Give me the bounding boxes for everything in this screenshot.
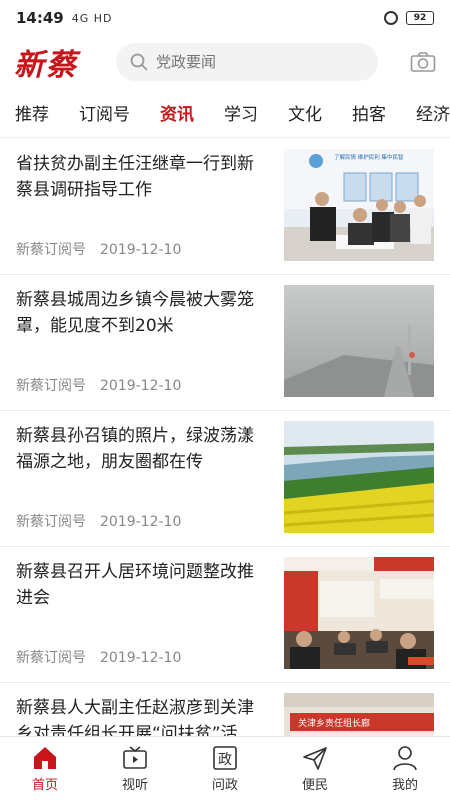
- nav-politics[interactable]: 政 问政: [180, 737, 270, 800]
- news-source: 新蔡订阅号: [16, 378, 86, 394]
- tab-photographer[interactable]: 拍客: [337, 100, 401, 125]
- tv-icon: [123, 746, 147, 769]
- home-icon: [34, 747, 56, 769]
- news-meta: 新蔡订阅号 2019-12-10: [16, 375, 181, 395]
- tab-news[interactable]: 资讯: [145, 100, 209, 125]
- banner-text: 了解民情 维护民利 集中民智: [334, 153, 404, 161]
- tab-economy[interactable]: 经济: [401, 100, 450, 125]
- news-thumbnail-corridor: 关津乡责任组长廊: [284, 693, 434, 736]
- tab-subscriptions[interactable]: 订阅号: [64, 100, 145, 125]
- category-tabs: 推荐 订阅号 资讯 学习 文化 拍客 经济: [0, 88, 450, 138]
- news-title: 新蔡县城周边乡镇今晨被大雾笼罩，能见度不到20米: [16, 290, 254, 336]
- person-icon: [393, 746, 417, 771]
- politics-icon: 政: [213, 746, 237, 770]
- news-title: 新蔡县孙召镇的照片，绿波荡漾福源之地，朋友圈都在传: [16, 426, 254, 472]
- news-source: 新蔡订阅号: [16, 650, 86, 666]
- search-bar[interactable]: [116, 43, 378, 81]
- banner-text: 关津乡责任组长廊: [298, 717, 370, 729]
- nav-home[interactable]: 首页: [0, 737, 90, 800]
- bottom-nav: 首页 视听 政 问政 便民 我的: [0, 736, 450, 800]
- news-meta: 新蔡订阅号 2019-12-10: [16, 511, 181, 531]
- nav-label: 视听: [121, 778, 148, 793]
- news-item[interactable]: 新蔡县人大副主任赵淑彦到关津乡对责任组长开展“问扶贫”活 关津乡责任组长廊: [0, 683, 450, 736]
- search-icon: [130, 53, 148, 71]
- nav-label: 首页: [31, 778, 58, 793]
- news-title: 新蔡县召开人居环境问题整改推进会: [16, 562, 254, 608]
- news-date: 2019-12-10: [100, 514, 182, 530]
- send-icon: [303, 747, 327, 770]
- nav-mine[interactable]: 我的: [360, 737, 450, 800]
- nav-label: 我的: [391, 778, 418, 793]
- news-date: 2019-12-10: [100, 650, 182, 666]
- nav-service[interactable]: 便民: [270, 737, 360, 800]
- camera-icon[interactable]: [410, 51, 436, 73]
- news-source: 新蔡订阅号: [16, 514, 86, 530]
- news-title: 新蔡县人大副主任赵淑彦到关津乡对责任组长开展“问扶贫”活: [16, 698, 254, 736]
- signal-indicator: 4G HD: [71, 11, 113, 25]
- news-title: 省扶贫办副主任汪继章一行到新蔡县调研指导工作: [16, 154, 254, 200]
- news-meta: 新蔡订阅号 2019-12-10: [16, 239, 181, 259]
- search-input[interactable]: [156, 53, 336, 71]
- news-source: 新蔡订阅号: [16, 242, 86, 258]
- news-item[interactable]: 新蔡县城周边乡镇今晨被大雾笼罩，能见度不到20米 新蔡订阅号 2019-12-10: [0, 275, 450, 411]
- news-item[interactable]: 新蔡县孙召镇的照片，绿波荡漾福源之地，朋友圈都在传 新蔡订阅号 2019-12-1…: [0, 411, 450, 547]
- status-bar: 14:49 4G HD 92: [0, 0, 450, 36]
- tab-recommend[interactable]: 推荐: [0, 100, 64, 125]
- status-right: 92: [384, 11, 434, 25]
- news-thumbnail-river: [284, 421, 434, 533]
- nav-label: 问政: [211, 778, 238, 793]
- news-thumbnail-meeting: 了解民情 维护民利 集中民智: [284, 149, 434, 261]
- app-header: 新蔡: [0, 36, 450, 88]
- news-date: 2019-12-10: [100, 242, 182, 258]
- nav-label: 便民: [301, 778, 328, 793]
- lock-icon: [384, 11, 398, 25]
- tab-study[interactable]: 学习: [209, 100, 273, 125]
- svg-text:政: 政: [218, 752, 232, 768]
- news-thumbnail-conference: [284, 557, 434, 669]
- status-time: 14:49: [16, 9, 64, 27]
- app-logo: 新蔡: [14, 48, 78, 83]
- news-meta: 新蔡订阅号 2019-12-10: [16, 647, 181, 667]
- nav-video[interactable]: 视听: [90, 737, 180, 800]
- news-date: 2019-12-10: [100, 378, 182, 394]
- tab-culture[interactable]: 文化: [273, 100, 337, 125]
- battery-icon: 92: [406, 11, 434, 25]
- news-thumbnail-fog: [284, 285, 434, 397]
- news-item[interactable]: 省扶贫办副主任汪继章一行到新蔡县调研指导工作 新蔡订阅号 2019-12-10 了…: [0, 139, 450, 275]
- news-feed: 省扶贫办副主任汪继章一行到新蔡县调研指导工作 新蔡订阅号 2019-12-10 了…: [0, 139, 450, 736]
- news-item[interactable]: 新蔡县召开人居环境问题整改推进会 新蔡订阅号 2019-12-10: [0, 547, 450, 683]
